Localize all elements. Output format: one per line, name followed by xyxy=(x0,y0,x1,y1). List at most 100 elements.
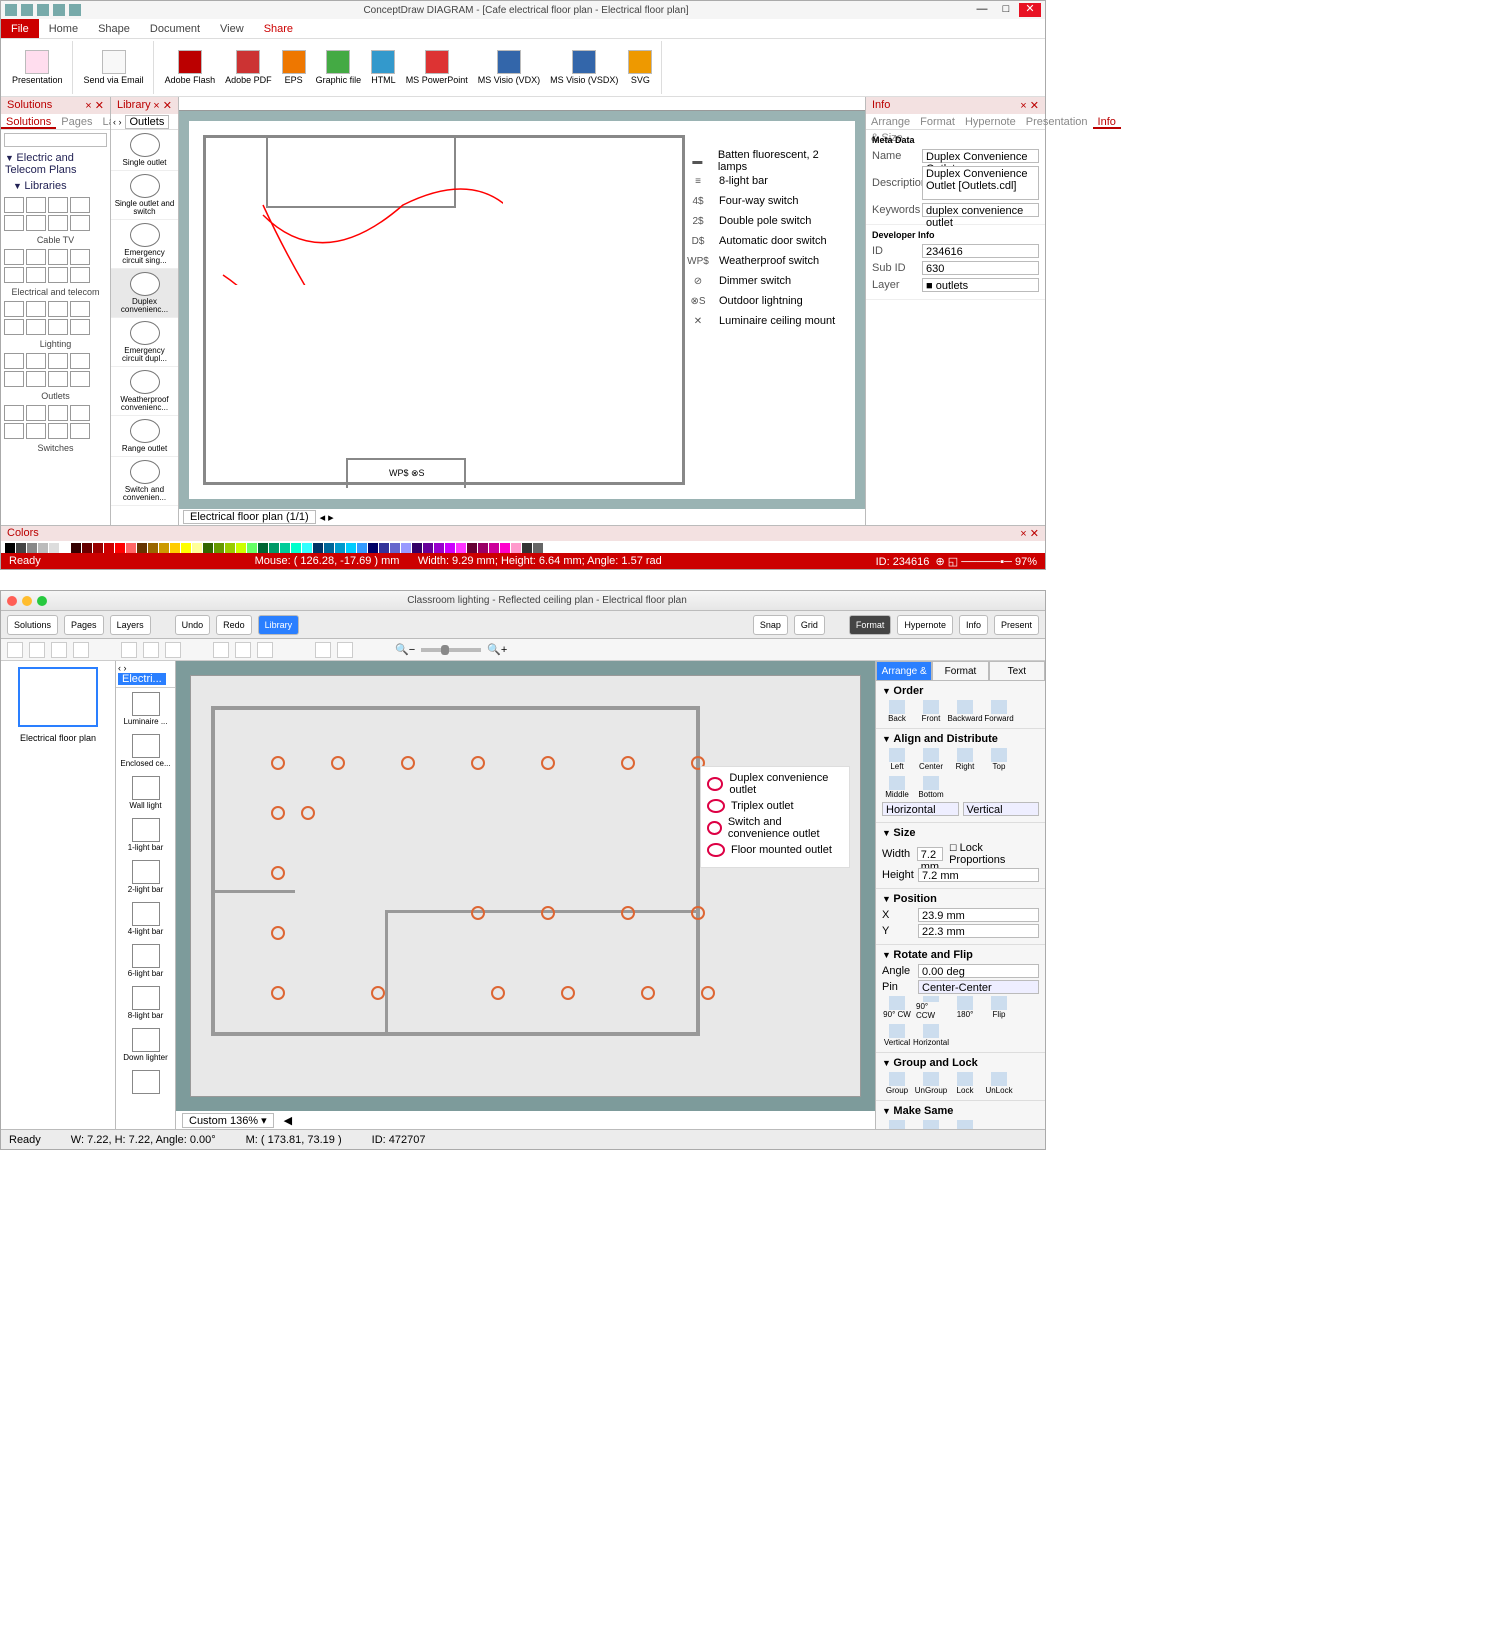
width-field[interactable]: 7.2 mm xyxy=(917,847,943,861)
outlet-symbol[interactable] xyxy=(271,986,285,1000)
redo-button[interactable]: Redo xyxy=(216,615,252,635)
library-shape[interactable] xyxy=(70,301,90,317)
tab-nav[interactable]: ◂ ▸ xyxy=(320,511,334,524)
format-button[interactable]: Format xyxy=(849,615,892,635)
color-swatch[interactable] xyxy=(401,543,411,553)
library-item[interactable]: Range outlet xyxy=(111,416,178,457)
right-button[interactable]: Right xyxy=(950,748,980,772)
library-shape[interactable] xyxy=(4,319,24,335)
color-swatch[interactable] xyxy=(357,543,367,553)
outlet-symbol[interactable] xyxy=(541,756,555,770)
color-swatch[interactable] xyxy=(467,543,477,553)
library-item[interactable]: Emergency circuit sing... xyxy=(111,220,178,269)
tree-node[interactable]: Electric and Telecom Plans xyxy=(5,152,77,176)
library-button[interactable]: Library xyxy=(258,615,300,635)
name-field[interactable]: Duplex Convenience Outlet xyxy=(922,149,1039,163)
color-swatch[interactable] xyxy=(104,543,114,553)
lock-button[interactable]: Lock xyxy=(950,1072,980,1096)
color-swatch[interactable] xyxy=(137,543,147,553)
mac-drawing-page[interactable]: Duplex convenience outletTriplex outletS… xyxy=(190,675,861,1097)
tool-line[interactable] xyxy=(73,642,89,658)
pages-button[interactable]: Pages xyxy=(64,615,104,635)
outlet-symbol[interactable] xyxy=(271,756,285,770)
tool-smart[interactable] xyxy=(213,642,229,658)
tool-brush[interactable] xyxy=(143,642,159,658)
doc-tab[interactable]: Electrical floor plan (1/1) xyxy=(183,510,316,524)
library-item[interactable]: Single outlet xyxy=(111,130,178,171)
library-shape[interactable] xyxy=(26,267,46,283)
scroll-left[interactable]: ◀ xyxy=(284,1114,292,1127)
color-swatch[interactable] xyxy=(423,543,433,553)
lib-dropdown[interactable]: Electri... xyxy=(118,673,166,685)
unlock-button[interactable]: UnLock xyxy=(984,1072,1014,1096)
drawing-page[interactable]: ▬Batten fluorescent, 2 lamps≡8-light bar… xyxy=(189,121,855,499)
tool-text[interactable] xyxy=(29,642,45,658)
export-svg-button[interactable]: SVG xyxy=(623,41,657,94)
color-swatch[interactable] xyxy=(203,543,213,553)
library-item[interactable]: Emergency circuit dupl... xyxy=(111,318,178,367)
color-swatch[interactable] xyxy=(434,543,444,553)
layer-field[interactable]: ■ outlets xyxy=(922,278,1039,292)
tab-presentation[interactable]: Presentation xyxy=(1021,114,1093,129)
color-swatch[interactable] xyxy=(500,543,510,553)
menu-home[interactable]: Home xyxy=(39,19,88,38)
color-swatch[interactable] xyxy=(159,543,169,553)
forward-button[interactable]: Forward xyxy=(984,700,1014,724)
outlet-symbol[interactable] xyxy=(471,906,485,920)
color-swatch[interactable] xyxy=(192,543,202,553)
library-shape[interactable] xyxy=(70,371,90,387)
qat-icon[interactable] xyxy=(21,4,33,16)
tab-arrange[interactable]: Arrange & Size xyxy=(866,114,915,129)
color-swatch[interactable] xyxy=(511,543,521,553)
library-shape[interactable] xyxy=(26,249,46,265)
flip-button[interactable]: Flip xyxy=(984,996,1014,1020)
library-shape[interactable] xyxy=(26,197,46,213)
color-swatch[interactable] xyxy=(16,543,26,553)
tab-solutions[interactable]: Solutions xyxy=(1,114,56,129)
-ccw-button[interactable]: 90° CCW xyxy=(916,996,946,1020)
outlet-symbol[interactable] xyxy=(371,986,385,1000)
color-swatch[interactable] xyxy=(456,543,466,553)
library-shape[interactable] xyxy=(4,423,24,439)
-cw-button[interactable]: 90° CW xyxy=(882,996,912,1020)
outlet-symbol[interactable] xyxy=(701,986,715,1000)
library-shape[interactable] xyxy=(70,423,90,439)
library-shape[interactable] xyxy=(26,319,46,335)
library-item[interactable]: Duplex convenienc... xyxy=(111,269,178,318)
library-shape[interactable] xyxy=(70,319,90,335)
vertical-dropdown[interactable]: Vertical xyxy=(963,802,1040,816)
library-shape[interactable] xyxy=(48,249,68,265)
zoom-dropdown[interactable]: Custom 136% ▾ xyxy=(182,1113,274,1128)
desc-field[interactable]: Duplex Convenience Outlet [Outlets.cdl] xyxy=(922,166,1039,200)
tool-connector[interactable] xyxy=(165,642,181,658)
panel-close-icon[interactable]: × ✕ xyxy=(1020,527,1039,540)
front-button[interactable]: Front xyxy=(916,700,946,724)
export-html-button[interactable]: HTML xyxy=(366,41,401,94)
lock-proportions[interactable]: Lock Proportions xyxy=(949,842,1005,866)
library-item[interactable]: Switch and convenien... xyxy=(111,457,178,506)
outlet-symbol[interactable] xyxy=(561,986,575,1000)
menu-shape[interactable]: Shape xyxy=(88,19,140,38)
tab-info[interactable]: Info xyxy=(1093,114,1121,129)
color-swatch[interactable] xyxy=(280,543,290,553)
library-item[interactable]: Single outlet and switch xyxy=(111,171,178,220)
library-shape[interactable] xyxy=(70,249,90,265)
search-input[interactable] xyxy=(4,133,107,147)
color-swatch[interactable] xyxy=(5,543,15,553)
library-shape[interactable] xyxy=(26,371,46,387)
color-swatch[interactable] xyxy=(313,543,323,553)
presentation-button[interactable]: Presentation xyxy=(7,41,68,94)
color-swatch[interactable] xyxy=(445,543,455,553)
left-button[interactable]: Left xyxy=(882,748,912,772)
color-swatch[interactable] xyxy=(71,543,81,553)
outlet-symbol[interactable] xyxy=(271,866,285,880)
maximize-button[interactable]: □ xyxy=(995,3,1017,17)
outlet-symbol[interactable] xyxy=(401,756,415,770)
info-button[interactable]: Info xyxy=(959,615,988,635)
tab-text[interactable]: Text xyxy=(989,661,1045,681)
library-shape[interactable] xyxy=(48,423,68,439)
close-button[interactable]: ✕ xyxy=(1019,3,1041,17)
libraries-node[interactable]: Libraries xyxy=(24,180,66,192)
color-swatch[interactable] xyxy=(82,543,92,553)
height-field[interactable]: 7.2 mm xyxy=(918,868,1039,882)
